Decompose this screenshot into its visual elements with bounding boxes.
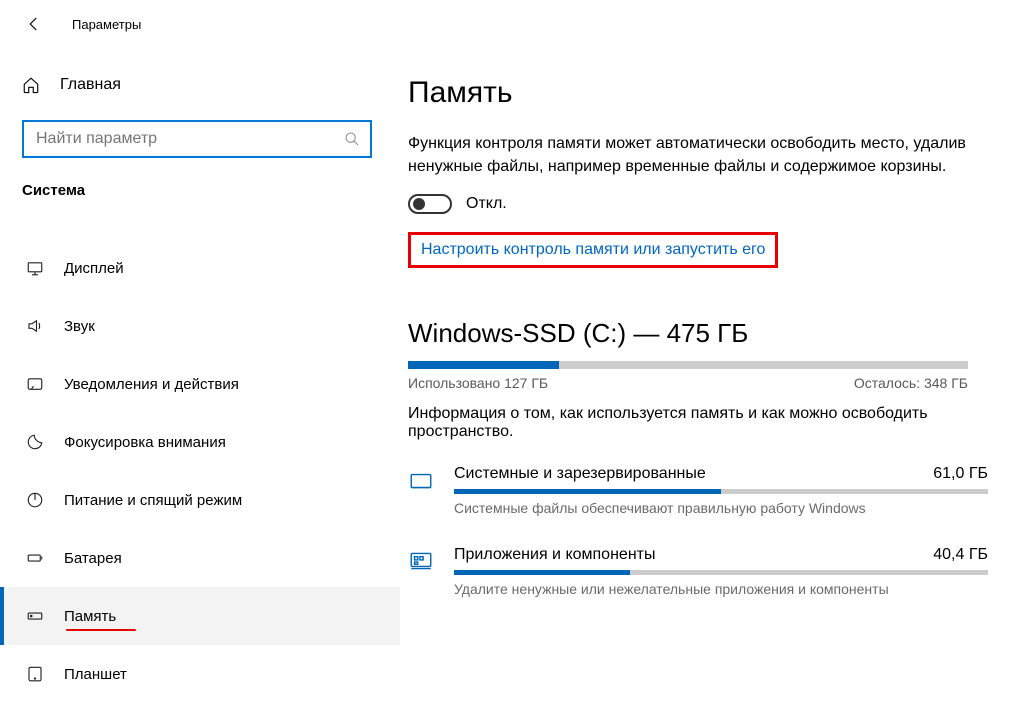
focus-icon — [26, 433, 48, 451]
search-input[interactable] — [34, 129, 344, 149]
header-title: Параметры — [72, 17, 141, 32]
configure-link-box: Настроить контроль памяти или запустить … — [408, 232, 778, 268]
storage-sense-description: Функция контроля памяти может автоматиче… — [408, 132, 968, 178]
system-icon — [408, 465, 438, 493]
category-size: 61,0 ГБ — [933, 465, 988, 483]
apps-icon — [408, 546, 438, 574]
sidebar-item-tablet[interactable]: Планшет — [0, 645, 400, 703]
display-icon — [26, 259, 48, 277]
home-icon — [22, 76, 44, 94]
sidebar-item-label: Дисплей — [64, 260, 124, 277]
category-size: 40,4 ГБ — [933, 546, 988, 564]
sidebar-item-label: Память — [64, 608, 116, 625]
storage-category-system[interactable]: Системные и зарезервированные 61,0 ГБ Сист… — [408, 465, 988, 516]
power-icon — [26, 491, 48, 509]
nav-list: Дисплей Звук Уведомления и действия Фокусир… — [0, 239, 400, 703]
home-label: Главная — [60, 76, 121, 94]
header: Параметры — [0, 0, 1016, 48]
main-content: Память Функция контроля памяти может авт… — [400, 48, 1016, 718]
sidebar-item-display[interactable]: Дисплей — [0, 239, 400, 297]
sidebar-item-label: Звук — [64, 318, 95, 335]
category-name: Приложения и компоненты — [454, 546, 655, 564]
sidebar-item-battery[interactable]: Батарея — [0, 529, 400, 587]
group-title: Система — [0, 182, 400, 199]
drive-usage-bar — [408, 361, 968, 369]
category-bar — [454, 489, 988, 494]
back-button[interactable] — [18, 8, 50, 40]
toggle-state-label: Откл. — [466, 195, 507, 213]
storage-sense-toggle[interactable] — [408, 194, 452, 214]
sidebar: Главная Система Дисплей Звук Уведомления и… — [0, 48, 400, 718]
arrow-left-icon — [25, 15, 43, 33]
search-box[interactable] — [22, 120, 372, 158]
sidebar-item-label: Планшет — [64, 666, 127, 683]
storage-category-apps[interactable]: Приложения и компоненты 40,4 ГБ Удалите не… — [408, 546, 988, 597]
configure-storage-sense-link[interactable]: Настроить контроль памяти или запустить … — [421, 241, 765, 258]
sidebar-item-sound[interactable]: Звук — [0, 297, 400, 355]
sidebar-item-label: Фокусировка внимания — [64, 434, 226, 451]
notifications-icon — [26, 375, 48, 393]
drive-free-label: Осталось: 348 ГБ — [854, 375, 968, 391]
category-bar — [454, 570, 988, 575]
search-icon — [344, 131, 360, 147]
sidebar-item-label: Питание и спящий режим — [64, 492, 242, 509]
sidebar-item-label: Уведомления и действия — [64, 376, 239, 393]
sound-icon — [26, 317, 48, 335]
drive-used-label: Использовано 127 ГБ — [408, 375, 548, 391]
battery-icon — [26, 549, 48, 567]
sidebar-item-notifications[interactable]: Уведомления и действия — [0, 355, 400, 413]
category-description: Системные файлы обеспечивают правильную … — [454, 500, 988, 516]
sidebar-item-focus[interactable]: Фокусировка внимания — [0, 413, 400, 471]
drive-description: Информация о том, как используется памят… — [408, 405, 968, 441]
category-description: Удалите ненужные или нежелательные прило… — [454, 581, 988, 597]
category-name: Системные и зарезервированные — [454, 465, 706, 483]
sidebar-item-storage[interactable]: Память — [0, 587, 400, 645]
drive-title: Windows-SSD (C:) — 475 ГБ — [408, 318, 988, 349]
sidebar-item-power[interactable]: Питание и спящий режим — [0, 471, 400, 529]
tablet-icon — [26, 665, 48, 683]
storage-icon — [26, 607, 48, 625]
home-link[interactable]: Главная — [0, 68, 400, 102]
sidebar-item-label: Батарея — [64, 550, 122, 567]
page-title: Память — [408, 76, 988, 110]
